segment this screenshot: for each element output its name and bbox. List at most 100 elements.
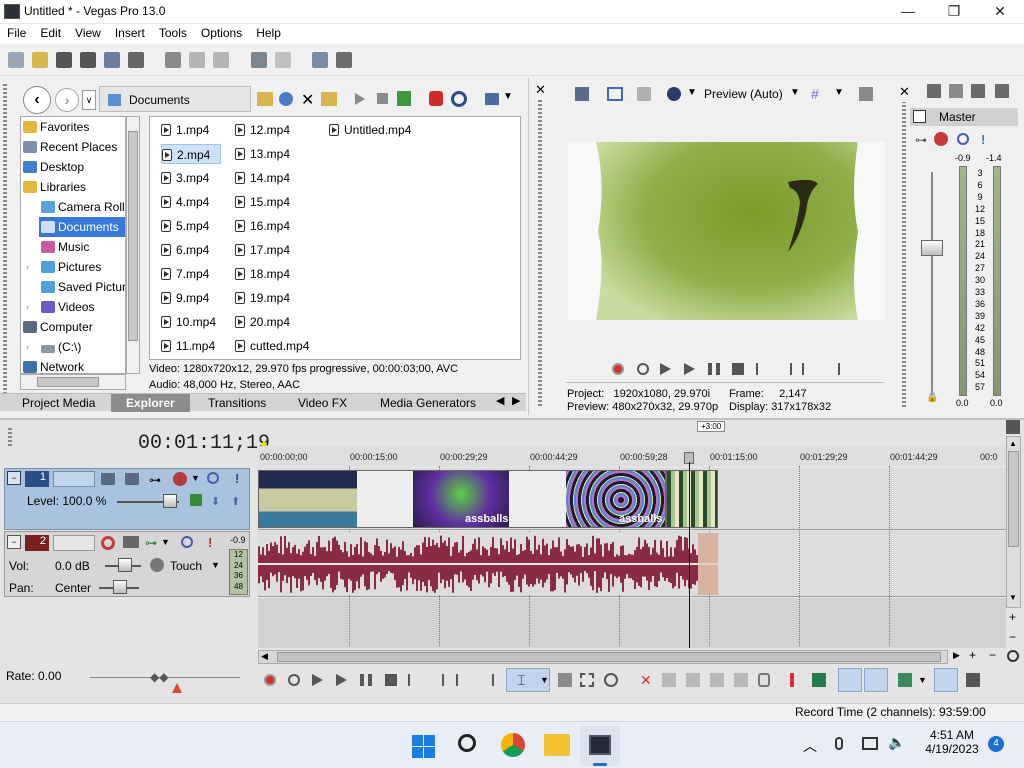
- file-item[interactable]: 2.mp4: [161, 144, 222, 164]
- zoom-tool-icon[interactable]: [1007, 650, 1019, 662]
- track-name-field[interactable]: [53, 471, 95, 487]
- automation-gear-icon[interactable]: [150, 558, 164, 572]
- network-icon[interactable]: [862, 737, 878, 750]
- insert-region-icon[interactable]: [812, 673, 826, 687]
- tree-item-saved-pictures[interactable]: Saved Pictur: [21, 277, 125, 297]
- track-list-grip[interactable]: [8, 426, 12, 446]
- loop-icon[interactable]: [637, 363, 649, 375]
- ignore-event-grouping-icon[interactable]: [966, 673, 980, 687]
- panel-close-icon[interactable]: ✕: [535, 82, 546, 98]
- split-screen-icon[interactable]: [667, 87, 681, 101]
- save-icon[interactable]: [56, 52, 72, 68]
- file-item[interactable]: 12.mp4: [235, 120, 290, 140]
- mute-icon[interactable]: [207, 472, 219, 484]
- save-as-icon[interactable]: [80, 52, 96, 68]
- tab-video-fx[interactable]: Video FX: [298, 396, 347, 410]
- insert-fx-icon[interactable]: ⊶: [149, 473, 161, 487]
- file-explorer-icon[interactable]: [544, 734, 570, 756]
- menu-insert[interactable]: Insert: [108, 24, 152, 42]
- play-from-start-icon[interactable]: [312, 674, 323, 686]
- expand-chevron-icon[interactable]: ›: [26, 257, 29, 277]
- preview-quality[interactable]: Preview (Auto): [704, 87, 783, 101]
- go-to-end-icon[interactable]: [432, 674, 444, 686]
- address-bar[interactable]: Documents: [99, 86, 251, 112]
- master-fader[interactable]: [921, 240, 943, 256]
- level-slider-thumb[interactable]: [163, 494, 177, 508]
- delete-icon[interactable]: ✕: [640, 672, 652, 689]
- properties-icon[interactable]: [128, 52, 144, 68]
- pause-icon[interactable]: [708, 363, 720, 375]
- menu-view[interactable]: View: [68, 24, 108, 42]
- file-item[interactable]: 11.mp4: [161, 336, 215, 356]
- solo-icon[interactable]: !: [208, 535, 212, 550]
- normal-edit-tool[interactable]: ⌶ ▼: [506, 668, 550, 692]
- notifications-badge[interactable]: 4: [988, 736, 1004, 752]
- tree-item-desktop[interactable]: Desktop: [21, 157, 125, 177]
- start-preview-icon[interactable]: [355, 93, 365, 105]
- file-item[interactable]: 9.mp4: [161, 288, 209, 308]
- enable-snapping-icon[interactable]: [312, 52, 329, 68]
- expand-chevron-icon[interactable]: ›: [26, 297, 29, 317]
- lock-envelopes-icon[interactable]: [934, 668, 958, 692]
- start-button[interactable]: [412, 735, 436, 759]
- panel-grip[interactable]: [902, 102, 906, 407]
- menu-edit[interactable]: Edit: [33, 24, 68, 42]
- file-item[interactable]: 20.mp4: [235, 312, 290, 332]
- timeline-vertical-scrollbar[interactable]: ▲ ▼: [1006, 436, 1021, 608]
- panel-grip[interactable]: [538, 100, 542, 406]
- stop-preview-icon[interactable]: [377, 93, 388, 104]
- tree-item-music[interactable]: Music: [21, 237, 125, 257]
- auto-crossfade-icon[interactable]: [898, 673, 912, 687]
- maximize-button[interactable]: ❐: [931, 0, 977, 24]
- panel-grip[interactable]: [3, 82, 7, 406]
- split-dropdown-icon[interactable]: ▼: [687, 87, 697, 98]
- edit-tool-dropdown-icon[interactable]: ▼: [540, 675, 549, 685]
- selection-edit-tool-icon[interactable]: [580, 673, 594, 687]
- back-button[interactable]: ‹: [23, 86, 51, 114]
- redo-icon[interactable]: [274, 52, 291, 68]
- solo-icon[interactable]: !: [981, 132, 985, 147]
- envelope-edit-tool-icon[interactable]: [558, 673, 572, 687]
- history-dropdown[interactable]: ∨: [82, 90, 96, 110]
- split-icon[interactable]: [734, 673, 748, 687]
- overlays-icon[interactable]: #: [811, 86, 819, 102]
- tree-item-documents[interactable]: Documents: [39, 217, 125, 237]
- file-item[interactable]: 17.mp4: [235, 240, 290, 260]
- paste-icon[interactable]: [213, 52, 230, 68]
- render-as-icon[interactable]: [104, 52, 120, 68]
- tree-vertical-scrollbar[interactable]: [126, 116, 140, 374]
- chrome-icon[interactable]: [501, 733, 525, 757]
- panel-close-icon[interactable]: ✕: [899, 84, 910, 100]
- splitter[interactable]: [0, 418, 1024, 420]
- marker-bar-icon[interactable]: [1006, 420, 1020, 434]
- new-folder-icon[interactable]: [321, 92, 337, 106]
- file-item[interactable]: 14.mp4: [235, 168, 290, 188]
- lock-icon[interactable]: [758, 673, 770, 687]
- views-icon[interactable]: [485, 93, 499, 105]
- video-clip[interactable]: assballs assballs: [258, 470, 666, 528]
- record-icon[interactable]: [612, 363, 624, 375]
- copy-icon[interactable]: [189, 52, 206, 68]
- tab-project-media[interactable]: Project Media: [22, 396, 95, 410]
- tab-transitions[interactable]: Transitions: [208, 396, 266, 410]
- play-icon[interactable]: [684, 363, 695, 375]
- tree-item-camera-roll[interactable]: Camera Roll: [21, 197, 125, 217]
- scroll-thumb[interactable]: [277, 652, 941, 662]
- go-to-start-icon[interactable]: [408, 674, 420, 686]
- menu-help[interactable]: Help: [249, 24, 288, 42]
- tree-item-computer[interactable]: Computer: [21, 317, 125, 337]
- fx-dropdown-icon[interactable]: ▼: [161, 537, 170, 547]
- file-item[interactable]: 13.mp4: [235, 144, 290, 164]
- file-item[interactable]: 18.mp4: [235, 264, 290, 284]
- delete-icon[interactable]: ✕: [301, 90, 314, 110]
- file-item[interactable]: 15.mp4: [235, 192, 290, 212]
- arm-for-record-icon[interactable]: [101, 536, 115, 550]
- tree-item-network[interactable]: Network: [21, 357, 125, 373]
- video-fx-icon[interactable]: [637, 87, 651, 101]
- composite-mode-icon[interactable]: [190, 494, 202, 506]
- tab-scroll-right-icon[interactable]: ▶: [512, 394, 520, 407]
- make-compositing-child-icon[interactable]: ⬇: [211, 495, 220, 508]
- audio-clip[interactable]: [258, 533, 718, 595]
- invert-phase-icon[interactable]: [123, 536, 139, 548]
- solo-icon[interactable]: !: [235, 471, 239, 486]
